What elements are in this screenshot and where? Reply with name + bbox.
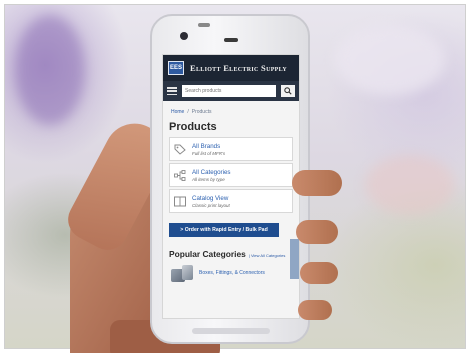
card-title[interactable]: All Categories xyxy=(192,169,231,176)
card-subtitle: Classic print layout xyxy=(192,202,230,208)
main-content: Home / Products Products All Brands Full… xyxy=(163,101,299,318)
feedback-tab[interactable] xyxy=(290,239,299,279)
category-item[interactable]: Boxes, Fittings, & Connectors xyxy=(169,263,293,283)
popular-categories-header: Popular Categories | View All Categories xyxy=(169,249,293,259)
front-camera-icon xyxy=(180,32,188,40)
card-subtitle: All items by type xyxy=(192,176,225,182)
book-icon xyxy=(174,196,186,207)
phone-bottom-speaker xyxy=(192,328,270,334)
category-label[interactable]: Boxes, Fittings, & Connectors xyxy=(199,270,265,276)
breadcrumb-current: Products xyxy=(191,109,212,115)
breadcrumb-separator: / xyxy=(187,109,189,115)
breadcrumb: Home / Products xyxy=(171,109,293,115)
breadcrumb-home-link[interactable]: Home xyxy=(171,109,184,115)
background-blur-white xyxy=(335,25,445,95)
boxes-product-image xyxy=(169,263,195,283)
catalog-view-card[interactable]: Catalog View Classic print layout xyxy=(169,189,293,213)
card-title[interactable]: All Brands xyxy=(192,143,225,150)
search-input[interactable] xyxy=(182,85,276,97)
earpiece-speaker xyxy=(224,38,238,42)
background-blur-pink xyxy=(365,155,455,215)
phone-screen: EES Elliott Electric Supply Home / Produ… xyxy=(162,54,300,319)
background-blur-purple xyxy=(15,15,85,125)
hand-finger xyxy=(300,262,338,284)
search-icon xyxy=(284,87,292,95)
view-all-categories-link[interactable]: | View All Categories xyxy=(249,253,286,258)
rapid-entry-button[interactable]: > Order with Rapid Entry / Bulk Pad xyxy=(169,223,279,237)
hamburger-menu-icon[interactable] xyxy=(167,87,177,95)
hand-finger xyxy=(296,220,338,244)
all-categories-card[interactable]: All Categories All items by type xyxy=(169,163,293,187)
brand-name[interactable]: Elliott Electric Supply xyxy=(190,63,287,73)
brand-header: EES Elliott Electric Supply xyxy=(163,55,299,81)
card-title[interactable]: Catalog View xyxy=(192,195,230,202)
page-title: Products xyxy=(169,121,217,133)
card-subtitle: Full list of MFR's xyxy=(192,150,226,156)
popular-categories-title: Popular Categories xyxy=(169,249,246,259)
hand-finger xyxy=(292,170,342,196)
hand-finger xyxy=(298,300,332,320)
search-button[interactable] xyxy=(281,85,295,97)
search-bar xyxy=(163,81,299,101)
brand-logo-icon[interactable]: EES xyxy=(168,61,184,75)
phone-sensor xyxy=(198,23,210,27)
hierarchy-icon xyxy=(174,169,186,181)
all-brands-card[interactable]: All Brands Full list of MFR's xyxy=(169,137,293,161)
smartphone: EES Elliott Electric Supply Home / Produ… xyxy=(150,14,310,344)
tag-icon xyxy=(174,144,186,155)
